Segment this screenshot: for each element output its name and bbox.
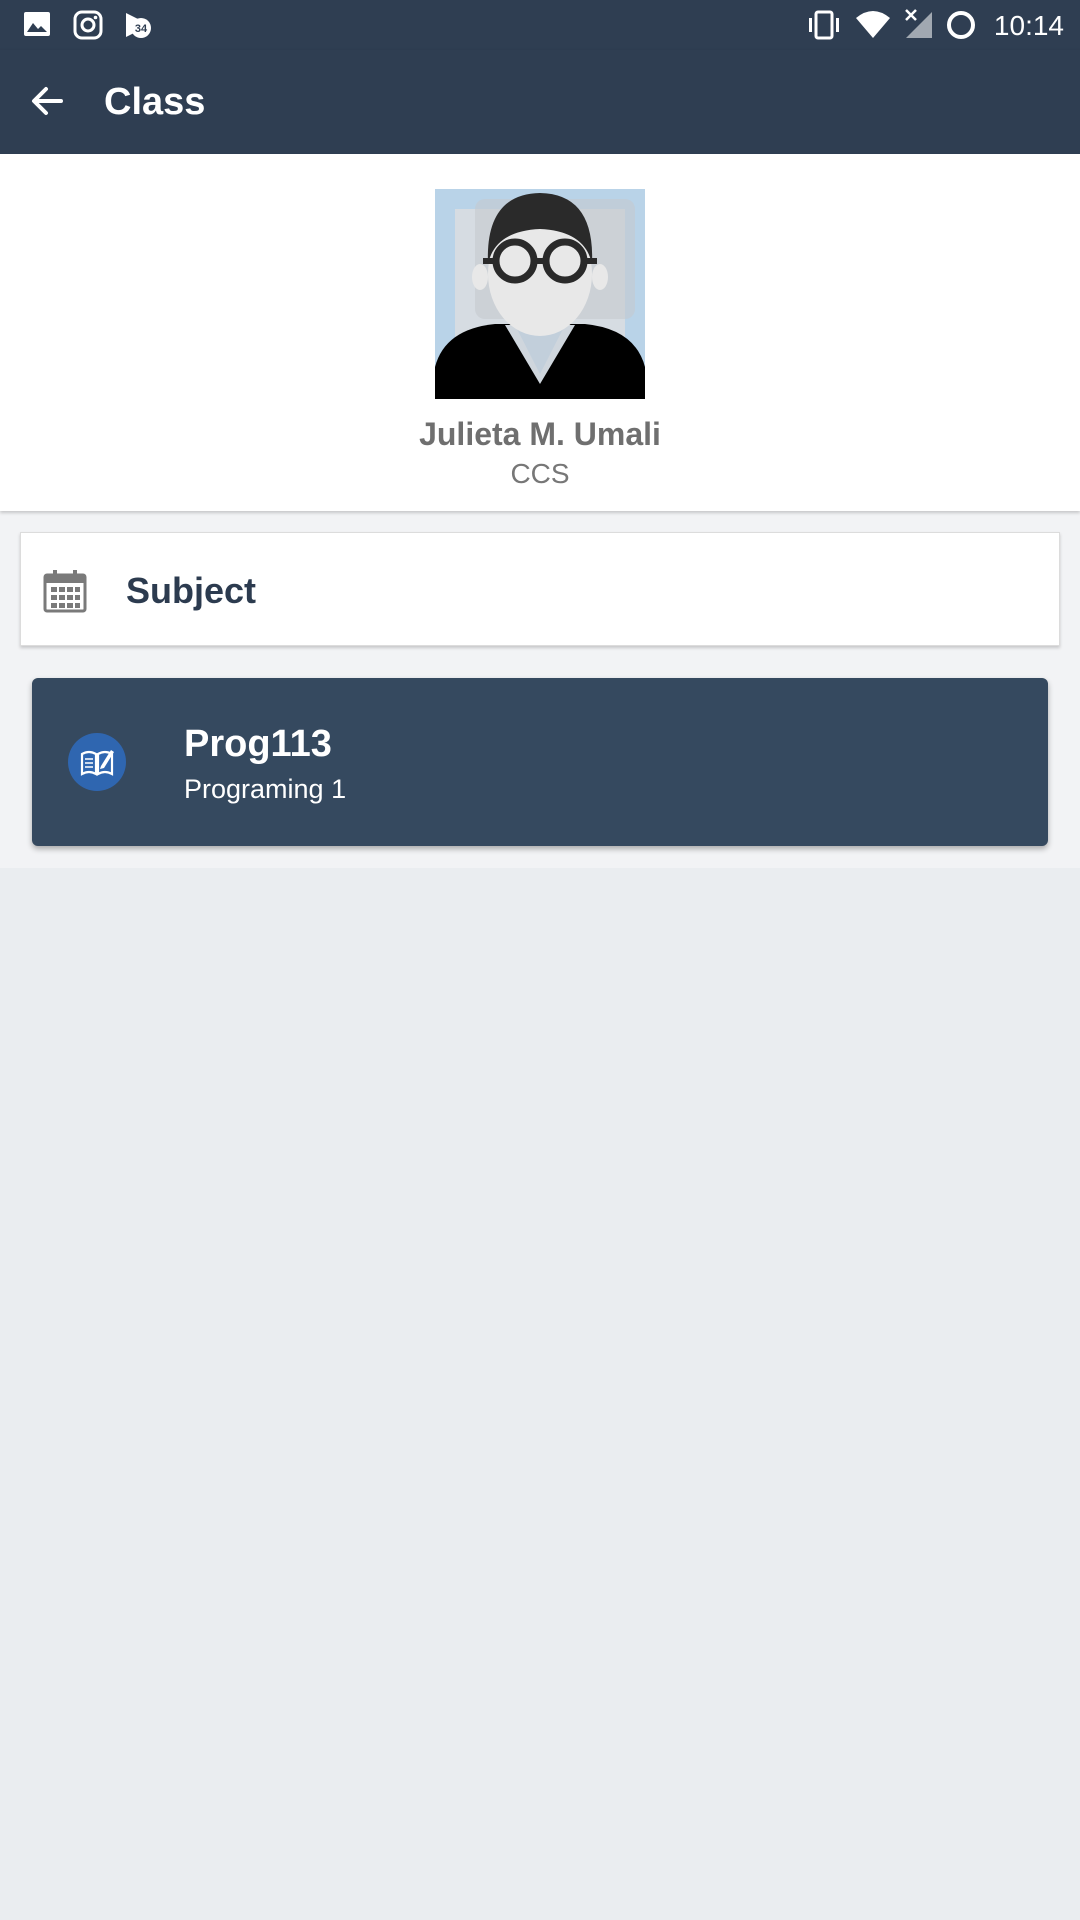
app-bar: Class	[0, 50, 1080, 154]
signal-off-icon	[902, 8, 936, 47]
image-icon	[22, 9, 52, 44]
subject-code: Prog113	[184, 723, 332, 765]
wifi-icon	[854, 8, 892, 47]
page-title: Class	[104, 81, 206, 123]
vibrate-icon	[804, 8, 844, 47]
calendar-icon	[43, 569, 87, 618]
back-button[interactable]	[22, 78, 72, 128]
notification-badge-icon: 34	[122, 9, 154, 46]
badge-count: 34	[135, 23, 148, 35]
subject-item-prog113[interactable]: Prog113 Programing 1	[32, 678, 1048, 846]
subject-name: Programing 1	[184, 774, 347, 804]
avatar	[435, 189, 645, 399]
status-time: 10:14	[993, 10, 1064, 41]
profile-department: CCS	[510, 458, 570, 489]
subject-section-header: Subject	[20, 532, 1060, 646]
book-edit-icon	[68, 733, 126, 791]
avatar-glasses-icon	[435, 189, 645, 399]
subject-section-label: Subject	[126, 570, 257, 611]
instagram-icon	[72, 9, 104, 46]
profile-card: Julieta M. Umali CCS	[0, 154, 1080, 511]
status-bar: 34 10:14	[0, 0, 1080, 50]
arrow-left-icon	[27, 81, 67, 126]
profile-name: Julieta M. Umali	[419, 416, 661, 452]
sync-icon	[944, 8, 978, 47]
